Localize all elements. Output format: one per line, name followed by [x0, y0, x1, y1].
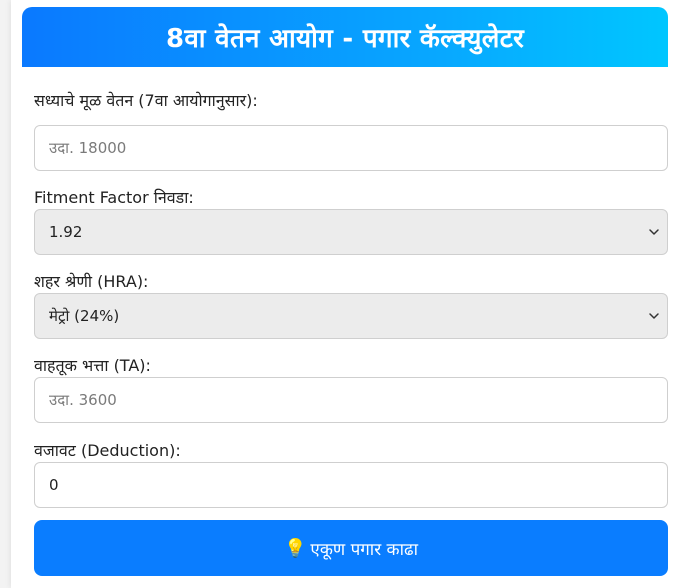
calculate-salary-label: एकूण पगार काढा: [310, 539, 418, 560]
transport-allowance-label: वाहतूक भत्ता (TA):: [34, 356, 151, 375]
page-title-text: 8वा वेतन आयोग - पगार कॅल्क्युलेटर: [165, 24, 525, 54]
fitment-factor-value: 1.92: [49, 223, 83, 241]
chevron-down-icon: [649, 313, 659, 319]
chevron-down-icon: [649, 229, 659, 235]
basic-pay-input[interactable]: [34, 125, 668, 171]
basic-pay-label: सध्याचे मूळ वेतन (7वा आयोगानुसार):: [34, 91, 258, 110]
city-category-label: शहर श्रेणी (HRA):: [34, 272, 149, 291]
deduction-input[interactable]: [34, 462, 668, 508]
deduction-label: वजावट (Deduction):: [34, 441, 181, 460]
calculate-salary-button[interactable]: 💡 एकूण पगार काढा: [34, 520, 668, 576]
page-title: 8वा वेतन आयोग - पगार कॅल्क्युलेटर: [22, 7, 668, 67]
city-category-value: मेट्रो (24%): [49, 307, 120, 325]
transport-allowance-input[interactable]: [34, 377, 668, 423]
fitment-factor-label: Fitment Factor निवडा:: [34, 188, 194, 207]
lightbulb-icon: 💡: [284, 537, 307, 559]
city-category-select[interactable]: मेट्रो (24%): [34, 293, 668, 339]
fitment-factor-select[interactable]: 1.92: [34, 209, 668, 255]
